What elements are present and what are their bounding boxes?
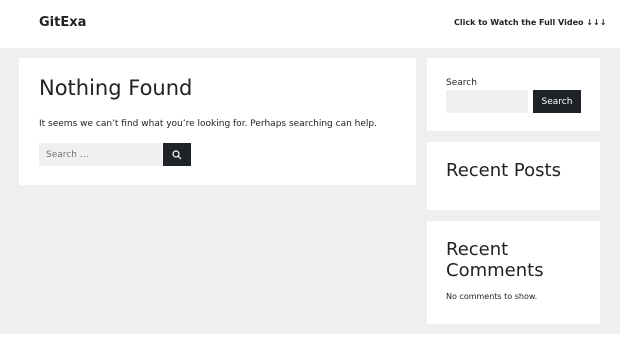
- main-content-card: Nothing Found It seems we can’t find wha…: [19, 58, 416, 185]
- sidebar-search-widget: Search Search: [427, 58, 600, 131]
- search-icon: [172, 149, 182, 159]
- recent-comments-title: Recent Comments: [446, 239, 544, 281]
- sidebar-search-button[interactable]: Search: [533, 90, 581, 113]
- sidebar-search-input[interactable]: [446, 90, 528, 113]
- footer-strip: [0, 334, 620, 343]
- search-input[interactable]: [39, 143, 162, 166]
- site-header: GitExa Click to Watch the Full Video ↓↓↓: [0, 0, 620, 48]
- recent-posts-widget: Recent Posts: [427, 142, 600, 210]
- no-comments-text: No comments to show.: [446, 292, 538, 301]
- recent-comments-widget: Recent Comments No comments to show.: [427, 221, 600, 324]
- site-title[interactable]: GitExa: [39, 15, 86, 30]
- watch-video-link[interactable]: Click to Watch the Full Video ↓↓↓: [454, 18, 606, 27]
- recent-posts-title: Recent Posts: [446, 160, 561, 181]
- search-widget-label: Search: [446, 78, 477, 88]
- search-button[interactable]: [163, 143, 191, 166]
- not-found-message: It seems we can’t find what you’re looki…: [39, 119, 377, 129]
- page-title: Nothing Found: [39, 76, 193, 100]
